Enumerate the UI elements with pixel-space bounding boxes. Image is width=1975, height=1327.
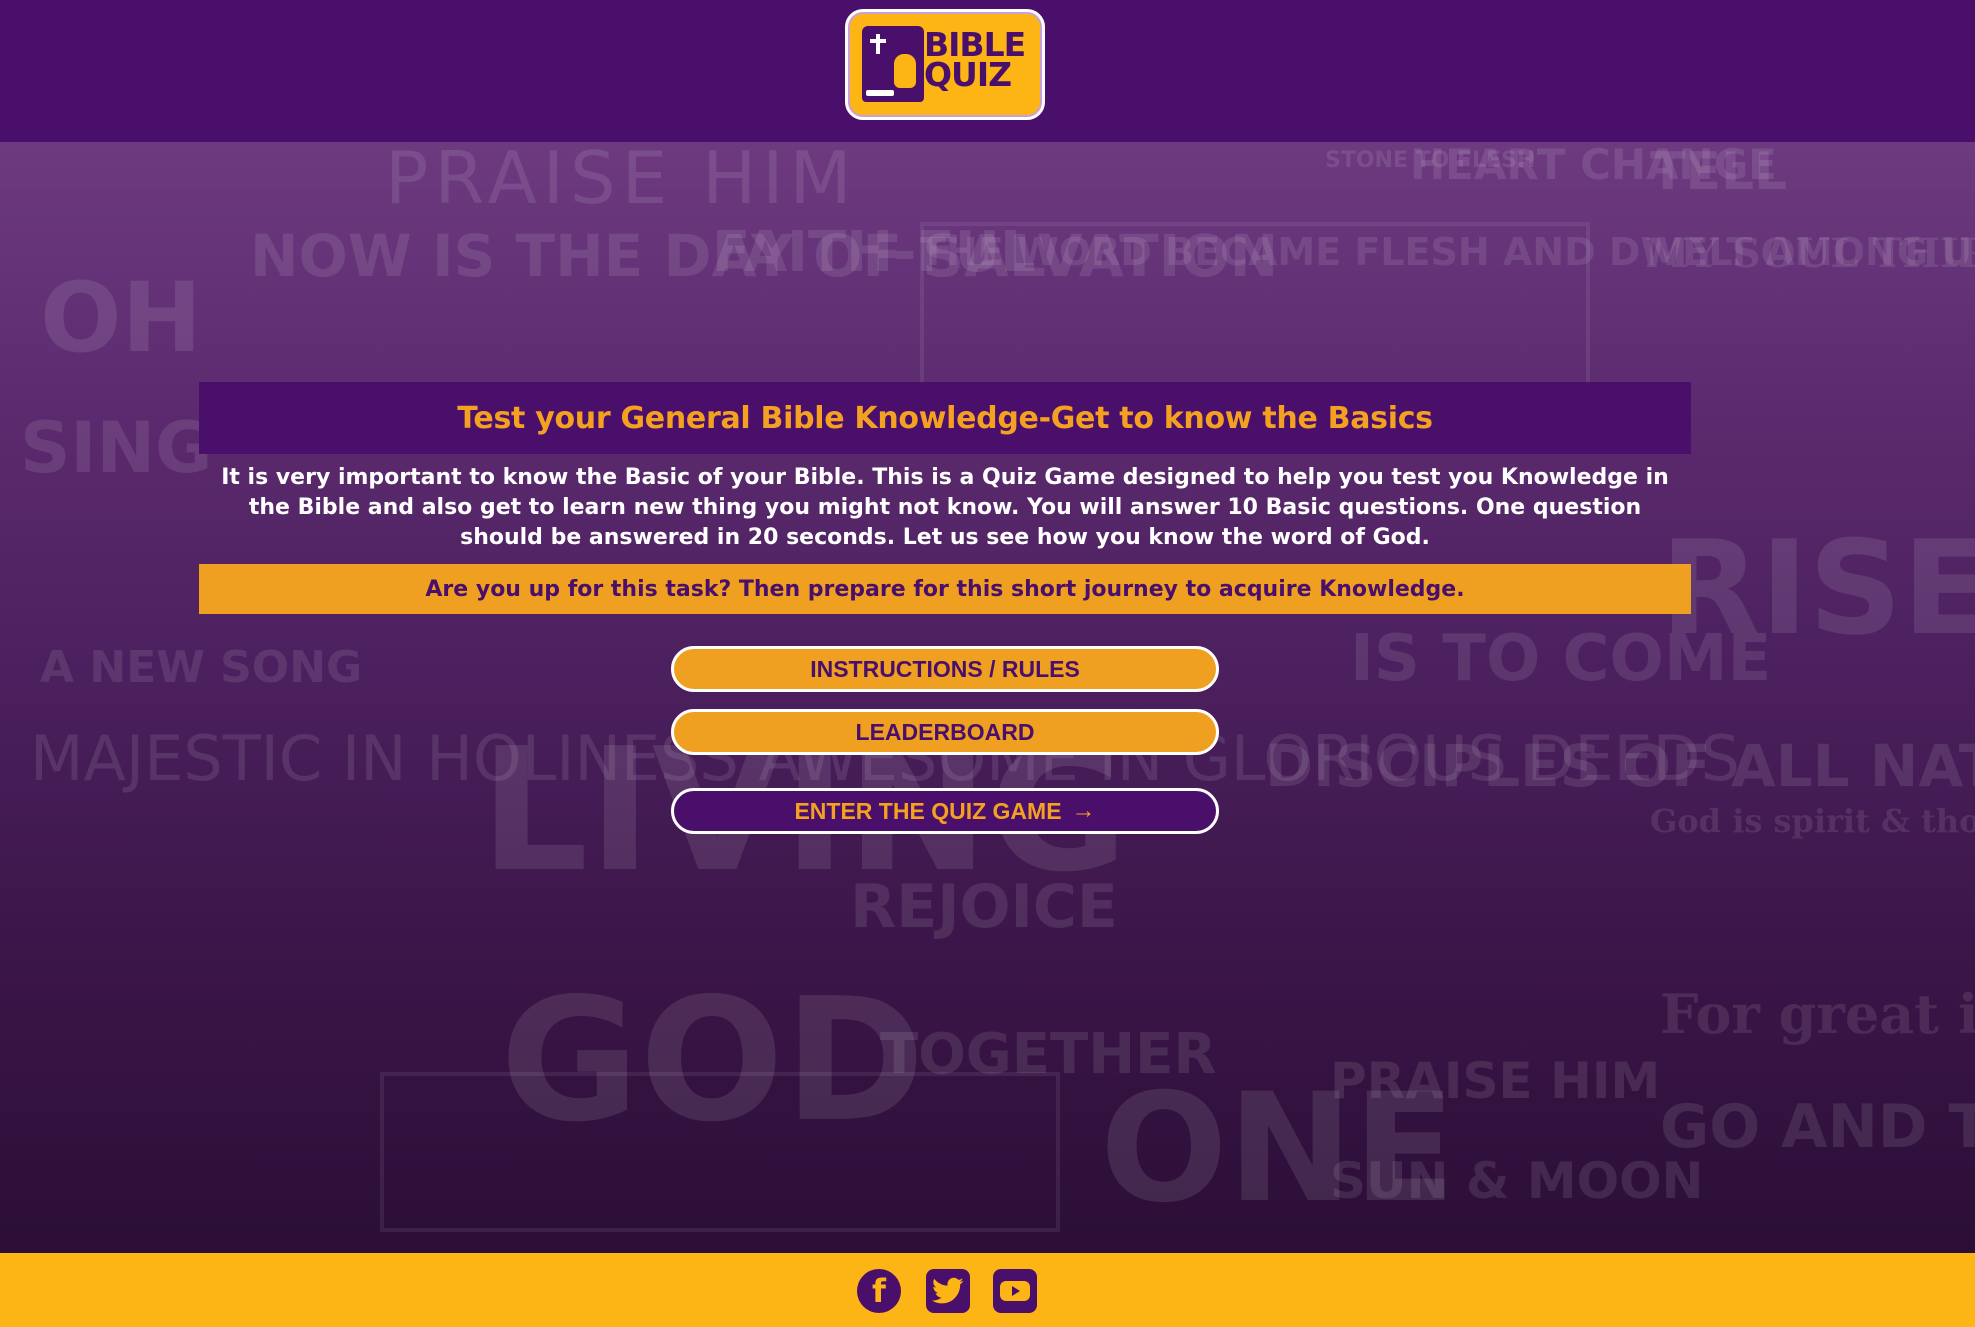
bg-art-text: TELL	[1650, 142, 1788, 202]
youtube-icon[interactable]	[993, 1269, 1037, 1313]
facebook-glyph: f	[872, 1272, 886, 1310]
task-banner: Are you up for this task? Then prepare f…	[199, 564, 1691, 614]
instructions-button-label: INSTRUCTIONS / RULES	[810, 655, 1080, 682]
bg-art-text: A NEW SONG	[40, 642, 363, 693]
intro-text: It is very important to know the Basic o…	[221, 465, 1669, 550]
instructions-button[interactable]: INSTRUCTIONS / RULES	[671, 646, 1219, 692]
logo-line-2: QUIZ	[924, 55, 1012, 94]
facebook-icon[interactable]: f	[857, 1269, 901, 1313]
bg-art-text: REJOICE	[850, 872, 1118, 942]
logo-text: BIBLE QUIZ	[924, 28, 1026, 94]
bg-art-frame	[380, 1072, 1060, 1232]
enter-quiz-button-label: ENTER THE QUIZ GAME	[794, 797, 1062, 824]
bg-art-text: God is spirit & those who worship him mu…	[1650, 802, 1975, 840]
bg-art-text: PRAISE HIM	[385, 142, 858, 220]
quiz-title-banner: Test your General Bible Knowledge-Get to…	[199, 382, 1691, 454]
bible-hand-icon	[862, 26, 924, 102]
hero-background: PRAISE HIM NOW IS THE DAY OF SALVATION F…	[0, 142, 1975, 1253]
arrow-right-icon: →	[1071, 797, 1096, 824]
bg-art-text: GO AND TELL	[1660, 1092, 1975, 1162]
enter-quiz-button[interactable]: ENTER THE QUIZ GAME →	[671, 788, 1219, 834]
page-title: Test your General Bible Knowledge-Get to…	[457, 400, 1433, 436]
site-header: BIBLE QUIZ	[0, 0, 1975, 142]
bg-art-text: PRAISE HIM	[1330, 1052, 1661, 1110]
bg-art-text: DISCIPLES OF ALL NATIONS	[1265, 732, 1975, 800]
leaderboard-button-label: LEADERBOARD	[855, 718, 1035, 745]
bg-art-text: MY SOUL THIRSTS FOR GOD, FOR THE Living …	[1645, 230, 1975, 277]
twitter-icon[interactable]	[926, 1269, 970, 1313]
leaderboard-button[interactable]: LEADERBOARD	[671, 709, 1219, 755]
bg-art-text: STONE TO FLESH	[1325, 148, 1536, 173]
youtube-play-icon	[1000, 1281, 1030, 1301]
bible-quiz-logo[interactable]: BIBLE QUIZ	[845, 9, 1045, 120]
site-footer: f	[0, 1253, 1975, 1327]
bg-art-text: SING	[20, 407, 213, 489]
bg-art-text: SUN & MOON	[1330, 1152, 1704, 1210]
bg-art-text: For great is	[1660, 982, 1975, 1046]
bg-art-text: OH	[40, 262, 202, 374]
bg-art-text: IS TO COME	[1350, 622, 1772, 696]
task-text: Are you up for this task? Then prepare f…	[425, 576, 1465, 602]
twitter-bird-icon	[932, 1277, 964, 1304]
